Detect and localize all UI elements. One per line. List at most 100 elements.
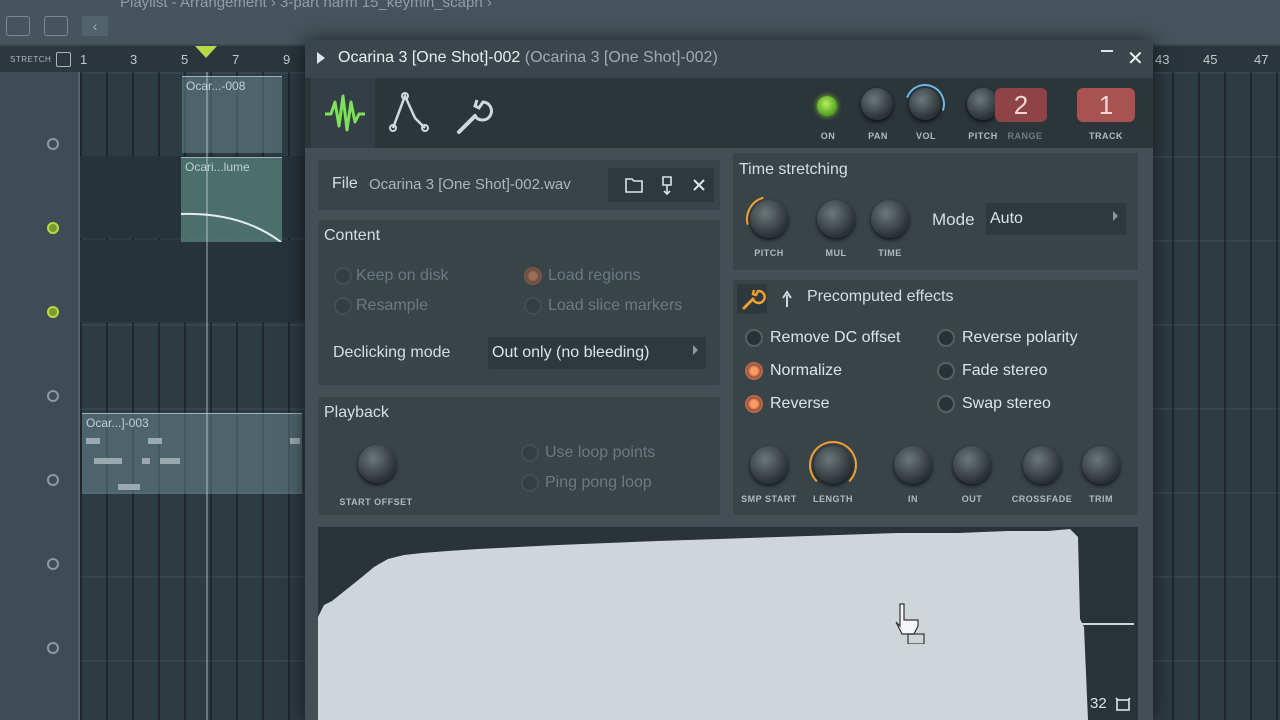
stretch-toggle[interactable]: STRETCH	[0, 46, 80, 72]
channel-settings-window: Ocarina 3 [One Shot]-002 (Ocarina 3 [One…	[305, 40, 1153, 720]
resample-label: Resample	[356, 297, 429, 314]
waveform-zoom-value: 32	[1090, 695, 1107, 712]
back-arrow-button[interactable]: ‹	[82, 16, 108, 36]
track-mute-led[interactable]	[47, 558, 59, 570]
playlist-clip[interactable]: Ocar...]-003	[82, 413, 302, 494]
swap-stereo-radio[interactable]	[937, 395, 955, 413]
remove-file-icon[interactable]	[693, 179, 705, 191]
track-mute-led[interactable]	[47, 138, 59, 150]
content-heading: Content	[324, 227, 381, 244]
lane-shade	[80, 240, 310, 322]
wrench-icon	[737, 284, 767, 314]
load-regions-radio[interactable]	[524, 267, 542, 285]
window-titlebar[interactable]: Ocarina 3 [One Shot]-002 (Ocarina 3 [One…	[305, 40, 1153, 78]
playhead-marker[interactable]	[195, 46, 217, 58]
range-label: RANGE	[1007, 131, 1043, 141]
stretch-mul-label: MUL	[825, 248, 847, 258]
track-mute-led[interactable]	[47, 306, 59, 318]
track-mute-led[interactable]	[47, 642, 59, 654]
use-loop-points-radio[interactable]	[521, 444, 539, 462]
track-label: TRACK	[1089, 131, 1123, 141]
in-knob[interactable]	[894, 446, 932, 484]
file-name: Ocarina 3 [One Shot]-002.wav	[369, 176, 571, 193]
note-block	[148, 438, 162, 444]
clip-label: Ocar...-008	[186, 79, 246, 93]
out-knob[interactable]	[953, 446, 991, 484]
trim-knob[interactable]	[1082, 446, 1120, 484]
vol-label: VOL	[915, 131, 936, 141]
snap-icon[interactable]	[6, 16, 30, 36]
stretch-time-label: TIME	[878, 248, 902, 258]
content-panel: Content Keep on disk Resample Load regio…	[318, 220, 720, 385]
piano-icon[interactable]	[44, 16, 68, 36]
use-loop-points-label: Use loop points	[545, 444, 656, 461]
mouse-cursor-icon	[894, 602, 930, 649]
tab-misc[interactable]	[441, 78, 505, 148]
smp-start-label: SMP START	[741, 494, 797, 504]
ruler-number: 3	[130, 52, 138, 67]
wrench-tab-icon	[457, 99, 493, 134]
track-mute-led[interactable]	[47, 474, 59, 486]
length-label: LENGTH	[813, 494, 853, 504]
ping-pong-loop-radio[interactable]	[521, 474, 539, 492]
waveform-zoom-icon[interactable]	[1114, 696, 1132, 714]
pitch-range-display[interactable]: 2	[995, 88, 1047, 122]
channel-on-led[interactable]	[817, 96, 837, 116]
playlist-topbar: ‹ Playlist - Arrangement › 3-part harm 1…	[0, 0, 1280, 44]
note-block	[142, 458, 150, 464]
length-knob-arc	[809, 441, 857, 489]
load-slice-markers-radio[interactable]	[524, 297, 542, 315]
precomputed-effects-panel: Precomputed effects Remove DC offset Nor…	[733, 280, 1138, 515]
track-mute-led[interactable]	[47, 222, 59, 234]
automation-curve	[181, 212, 282, 242]
fade-stereo-radio[interactable]	[937, 362, 955, 380]
mixer-track-value: 1	[1098, 90, 1114, 120]
window-title-main: Ocarina 3 [One Shot]-002	[338, 49, 521, 66]
remove-dc-offset-label: Remove DC offset	[770, 329, 901, 346]
clip-label: Ocar...]-003	[86, 416, 149, 430]
remove-dc-offset-radio[interactable]	[745, 329, 763, 347]
stretch-pitch-label: PITCH	[754, 248, 784, 258]
tab-sample[interactable]	[311, 78, 375, 148]
swap-stereo-label: Swap stereo	[962, 395, 1051, 412]
automation-clip[interactable]: Ocari...lume	[181, 157, 282, 242]
minimize-icon[interactable]	[1101, 50, 1113, 52]
start-offset-knob[interactable]	[358, 445, 396, 483]
declicking-value: Out only (no bleeding)	[492, 344, 650, 361]
smp-start-knob[interactable]	[750, 446, 788, 484]
note-block	[160, 458, 180, 464]
reverse-polarity-radio[interactable]	[937, 329, 955, 347]
pan-label: PAN	[868, 131, 888, 141]
playhead-line	[206, 72, 208, 720]
stretch-checkbox-icon[interactable]	[56, 52, 71, 67]
ruler-number: 9	[283, 52, 291, 67]
playlist-clip[interactable]: Ocar...-008	[182, 76, 282, 153]
window-menu-arrow-icon[interactable]	[317, 52, 325, 64]
normalize-label: Normalize	[770, 362, 843, 379]
waveform-view[interactable]: 32	[318, 527, 1138, 720]
stretch-mode-dropdown[interactable]: Auto	[986, 203, 1126, 235]
tab-envelope[interactable]	[377, 78, 441, 148]
precomputed-arrow-icon[interactable]	[780, 287, 794, 309]
ruler-number: 1	[80, 52, 88, 67]
reverse-label: Reverse	[770, 395, 830, 412]
keep-on-disk-label: Keep on disk	[356, 267, 449, 284]
pan-knob[interactable]	[861, 88, 893, 120]
resample-radio[interactable]	[334, 297, 352, 315]
declicking-dropdown[interactable]: Out only (no bleeding)	[488, 337, 706, 369]
time-stretching-heading: Time stretching	[739, 161, 848, 178]
open-folder-icon[interactable]	[625, 178, 643, 193]
stretch-time-knob[interactable]	[871, 200, 909, 238]
window-title-sub: (Ocarina 3 [One Shot]-002)	[524, 49, 718, 66]
crossfade-knob[interactable]	[1023, 446, 1061, 484]
in-label: IN	[908, 494, 918, 504]
mixer-track-display[interactable]: 1	[1077, 88, 1135, 122]
reverse-radio[interactable]	[745, 395, 763, 413]
track-mute-led[interactable]	[47, 390, 59, 402]
keep-on-disk-radio[interactable]	[334, 267, 352, 285]
dropdown-arrow-icon	[693, 345, 698, 355]
normalize-radio[interactable]	[745, 362, 763, 380]
stretch-mul-knob[interactable]	[817, 200, 855, 238]
close-icon[interactable]: ✕	[1127, 46, 1144, 71]
locate-file-icon[interactable]	[662, 176, 672, 196]
